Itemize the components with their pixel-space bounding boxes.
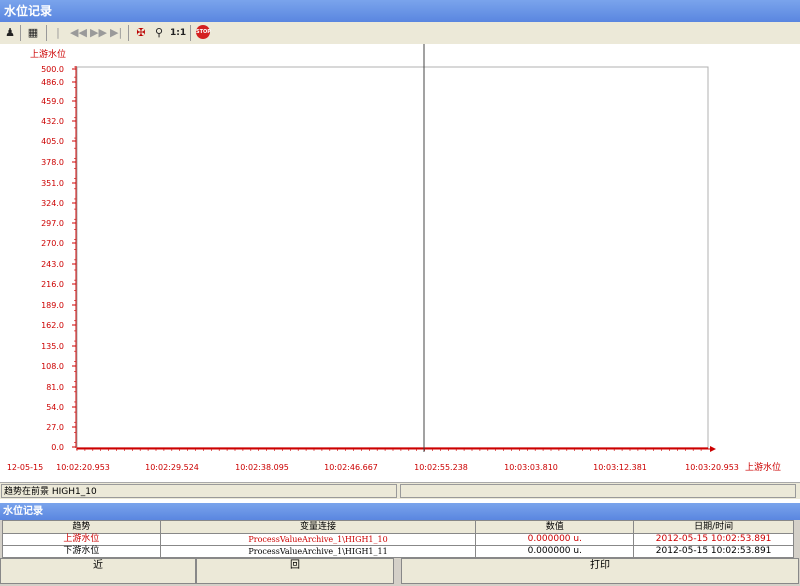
- plot-frame: [76, 66, 709, 449]
- next-record-icon[interactable]: ▶▶: [90, 25, 107, 41]
- y-tick-label: 81.0: [46, 383, 64, 392]
- back-button[interactable]: 回: [196, 558, 394, 584]
- trend-chart[interactable]: 上游水位 500.0 486.0 459.0 432.0 405.0 378.0 351.0 3…: [0, 44, 800, 482]
- y-tick-label: 297.0: [41, 219, 64, 228]
- original-view-button[interactable]: 1:1: [170, 25, 186, 41]
- column-header-value[interactable]: 数值: [475, 520, 635, 534]
- ruler-icon[interactable]: ✠: [134, 25, 148, 41]
- stop-icon[interactable]: STOP: [196, 25, 211, 39]
- x-tick-label: 10:02:55.238: [414, 463, 468, 472]
- toolbar-separator: [46, 25, 47, 41]
- column-header-variable[interactable]: 变量连接: [159, 520, 477, 534]
- y-tick-label: 108.0: [41, 362, 64, 371]
- window-title: 水位记录: [0, 0, 800, 22]
- column-header-datetime[interactable]: 日期/时间: [633, 520, 794, 534]
- y-tick-label: 351.0: [41, 179, 64, 188]
- panel-title: 水位记录: [0, 503, 800, 520]
- status-text: 趋势在前景 HIGH1_10: [1, 484, 397, 498]
- y-tick-label: 378.0: [41, 158, 64, 167]
- variable-cell: ProcessValueArchive_1\HIGH1_10: [159, 533, 477, 546]
- first-record-icon[interactable]: |◀: [52, 25, 64, 55]
- x-tick-label: 10:03:12.381: [593, 463, 647, 472]
- table-header-row: 趋势 变量连接 数值 日期/时间: [2, 520, 794, 534]
- status-bar: 趋势在前景 HIGH1_10: [0, 482, 800, 500]
- zoom-icon[interactable]: ⚲: [152, 25, 166, 41]
- y-tick-label: 216.0: [41, 280, 64, 289]
- column-header-trend[interactable]: 趋势: [2, 520, 161, 534]
- y-tick-label: 500.0: [41, 65, 64, 74]
- y-tick-label: 405.0: [41, 137, 64, 146]
- datetime-cell: 2012-05-15 10:02:53.891: [633, 533, 794, 546]
- y-tick-label: 54.0: [46, 403, 64, 412]
- value-cell: 0.000000 u.: [475, 545, 635, 558]
- variable-cell: ProcessValueArchive_1\HIGH1_11: [159, 545, 477, 558]
- toolbar-separator: [128, 25, 129, 41]
- previous-record-icon[interactable]: ◀◀: [70, 25, 87, 41]
- x-tick-label: 12-05-15: [7, 463, 43, 472]
- y-axis-label: 上游水位: [30, 48, 66, 60]
- trend-chart-svg: 上游水位 500.0 486.0 459.0 432.0 405.0 378.0 351.0 3…: [7, 44, 781, 473]
- y-tick-label: 162.0: [41, 321, 64, 330]
- y-tick-label: 0.0: [51, 443, 64, 452]
- trend-cell: 下游水位: [2, 545, 161, 558]
- toolbar-separator: [190, 25, 191, 41]
- x-tick-label: 10:02:38.095: [235, 463, 289, 472]
- datetime-cell: 2012-05-15 10:02:53.891: [633, 545, 794, 558]
- x-tick-label: 10:02:46.667: [324, 463, 378, 472]
- config-dialog-icon[interactable]: ▦: [26, 25, 40, 41]
- y-tick-label: 270.0: [41, 239, 64, 248]
- y-tick-label: 189.0: [41, 301, 64, 310]
- value-cell: 0.000000 u.: [475, 533, 635, 546]
- x-tick-label: 10:02:29.524: [145, 463, 199, 472]
- toolbar-separator: [20, 25, 21, 41]
- x-axis-arrow: [710, 446, 716, 452]
- x-tick-label: 10:03:03.810: [504, 463, 558, 472]
- y-tick-label: 27.0: [46, 423, 64, 432]
- value-table: 趋势 变量连接 数值 日期/时间 上游水位 ProcessValueArchiv…: [2, 520, 794, 558]
- y-tick-label: 324.0: [41, 199, 64, 208]
- y-tick-label: 135.0: [41, 342, 64, 351]
- print-button[interactable]: 打印: [401, 558, 799, 584]
- table-row[interactable]: 上游水位 ProcessValueArchive_1\HIGH1_10 0.00…: [2, 533, 794, 546]
- y-tick-label: 432.0: [41, 117, 64, 126]
- last-record-icon[interactable]: ▶|: [110, 25, 122, 41]
- toolbar: ♟ ▦ |◀ ◀◀ ▶▶ ▶| ✠ ⚲ 1:1 STOP: [0, 22, 800, 55]
- y-tick-label: 459.0: [41, 97, 64, 106]
- help-icon[interactable]: ♟: [4, 25, 16, 41]
- y-tick-label: 243.0: [41, 260, 64, 269]
- y-tick-label: 486.0: [41, 78, 64, 87]
- status-segment: [400, 484, 796, 498]
- x-tick-label: 10:03:20.953: [685, 463, 739, 472]
- previous-button[interactable]: 近: [0, 558, 196, 584]
- table-row[interactable]: 下游水位 ProcessValueArchive_1\HIGH1_11 0.00…: [2, 545, 794, 558]
- x-axis-label: 上游水位: [745, 461, 781, 473]
- x-tick-label: 10:02:20.953: [56, 463, 110, 472]
- trend-cell: 上游水位: [2, 533, 161, 546]
